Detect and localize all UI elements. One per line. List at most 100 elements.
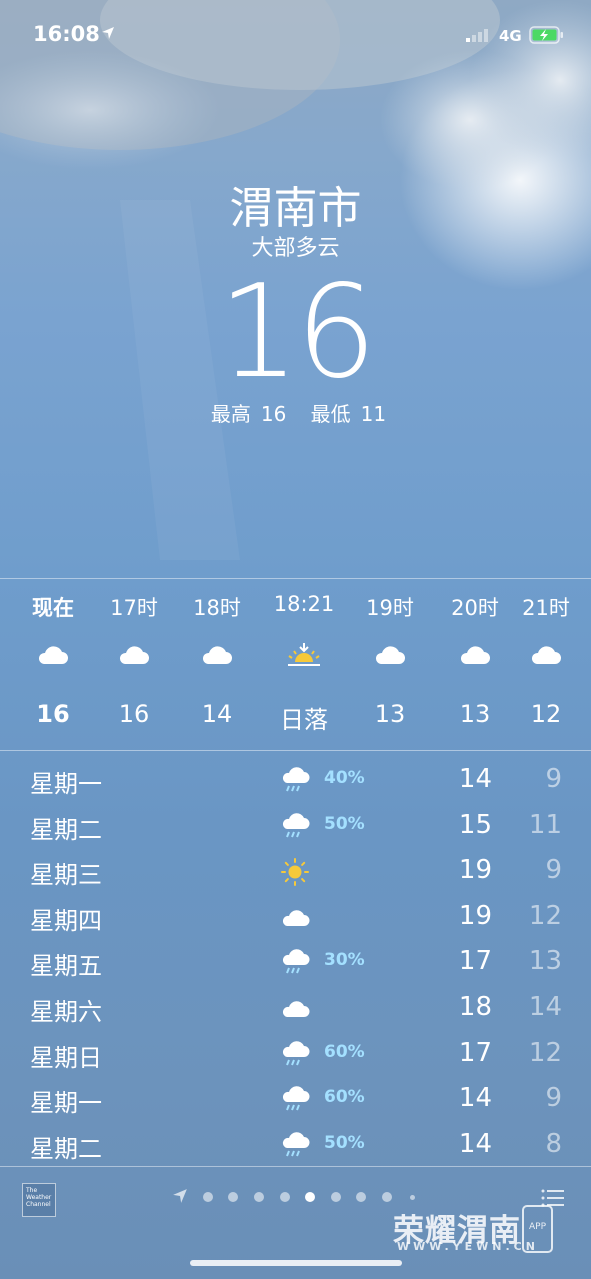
cloud-icon (202, 646, 232, 664)
page-dot[interactable] (254, 1192, 264, 1202)
hour-label: 21时 (522, 596, 570, 620)
high-low-temperature: 最高 16 最低 11 (0, 398, 591, 427)
day-name: 星期二 (30, 816, 102, 844)
page-dot[interactable] (410, 1195, 415, 1200)
location-arrow-icon (102, 27, 114, 39)
day-high: 17 (458, 946, 492, 976)
cloud-icon (531, 646, 561, 664)
high-label: 最高 (210, 402, 251, 426)
day-high: 18 (458, 992, 492, 1022)
day-low: 13 (528, 946, 562, 976)
app-badge: APP (522, 1205, 553, 1253)
hour-temperature: 14 (201, 700, 233, 728)
page-dot[interactable] (228, 1192, 238, 1202)
divider (0, 1166, 591, 1167)
cloud-icon (282, 910, 310, 926)
day-high: 14 (458, 1083, 492, 1113)
weather-channel-logo[interactable]: The Weather Channel (22, 1183, 56, 1217)
day-low: 8 (545, 1129, 562, 1159)
cloud-icon (460, 646, 490, 664)
day-name: 星期一 (30, 1089, 102, 1117)
daily-row: 星期六 18 14 (0, 986, 591, 1032)
daily-row: 星期五 30% 17 13 (0, 940, 591, 986)
hourly-forecast[interactable]: 现在 16 17时 16 18时 14 18:21 日落 19时 13 20时 … (0, 580, 591, 750)
precip-chance: 60% (324, 1087, 365, 1107)
status-time: 16:08 (33, 22, 100, 46)
location-arrow-icon (173, 1189, 187, 1203)
daily-row: 星期日 60% 17 12 (0, 1032, 591, 1078)
cloud-icon (38, 646, 68, 664)
day-high: 19 (458, 855, 492, 885)
day-low: 9 (545, 855, 562, 885)
daily-row: 星期二 50% 15 11 (0, 804, 591, 850)
page-dot-active[interactable] (305, 1192, 315, 1202)
hour-temperature: 12 (530, 700, 562, 728)
hour-temperature: 16 (118, 700, 150, 728)
day-high: 14 (458, 1129, 492, 1159)
watermark-url: WWW.YEWN.CN (397, 1240, 539, 1253)
day-name: 星期三 (30, 861, 102, 889)
day-low: 9 (545, 1083, 562, 1113)
day-name: 星期日 (30, 1044, 102, 1072)
daily-row: 星期三 19 9 (0, 849, 591, 895)
rain-cloud-icon (282, 1132, 310, 1157)
hour-temperature: 13 (374, 700, 406, 728)
day-high: 15 (458, 810, 492, 840)
day-low: 14 (528, 992, 562, 1022)
cloud-icon (282, 1001, 310, 1017)
page-dot[interactable] (382, 1192, 392, 1202)
rain-cloud-icon (282, 949, 310, 974)
precip-chance: 40% (324, 768, 365, 788)
hour-label: 19时 (366, 596, 414, 620)
hour-label: 18:21 (273, 592, 335, 616)
rain-cloud-icon (282, 1086, 310, 1111)
rain-cloud-icon (282, 1041, 310, 1066)
rain-cloud-icon (282, 767, 310, 792)
day-high: 19 (458, 901, 492, 931)
daily-row: 星期一 60% 14 9 (0, 1077, 591, 1123)
day-high: 17 (458, 1038, 492, 1068)
hour-label: 17时 (110, 596, 158, 620)
hour-temperature: 16 (36, 700, 70, 728)
day-name: 星期四 (30, 907, 102, 935)
page-dot[interactable] (331, 1192, 341, 1202)
cellular-signal-icon (466, 29, 488, 42)
hour-label: 18时 (193, 596, 241, 620)
page-dot[interactable] (280, 1192, 290, 1202)
page-dot[interactable] (356, 1192, 366, 1202)
daily-row: 星期四 19 12 (0, 895, 591, 941)
cloud-icon (119, 646, 149, 664)
status-bar: 16:08 4G (0, 0, 591, 70)
precip-chance: 30% (324, 950, 365, 970)
sunset-icon (288, 643, 320, 666)
day-name: 星期六 (30, 998, 102, 1026)
precip-chance: 50% (324, 1133, 365, 1153)
high-value: 16 (260, 402, 287, 426)
current-temperature: 16 (218, 258, 377, 407)
sun-icon (281, 858, 309, 886)
page-dot[interactable] (203, 1192, 213, 1202)
day-name: 星期一 (30, 770, 102, 798)
low-label: 最低 (310, 402, 351, 426)
day-name: 星期二 (30, 1135, 102, 1163)
day-high: 14 (458, 764, 492, 794)
rain-cloud-icon (282, 813, 310, 838)
day-low: 9 (545, 764, 562, 794)
daily-row: 星期二 50% 14 8 (0, 1123, 591, 1169)
city-name: 渭南市 (229, 183, 362, 234)
sunset-label: 日落 (280, 706, 328, 734)
battery-charging-icon (529, 26, 563, 44)
precip-chance: 50% (324, 814, 365, 834)
day-low: 11 (528, 810, 562, 840)
precip-chance: 60% (324, 1042, 365, 1062)
cloud-icon (375, 646, 405, 664)
network-type: 4G (499, 27, 522, 45)
daily-row: 星期一 40% 14 9 (0, 758, 591, 804)
low-value: 11 (360, 402, 387, 426)
divider (0, 750, 591, 751)
home-indicator[interactable] (190, 1260, 402, 1266)
divider (0, 578, 591, 579)
day-name: 星期五 (30, 952, 102, 980)
hour-label: 现在 (32, 596, 74, 620)
day-low: 12 (528, 1038, 562, 1068)
